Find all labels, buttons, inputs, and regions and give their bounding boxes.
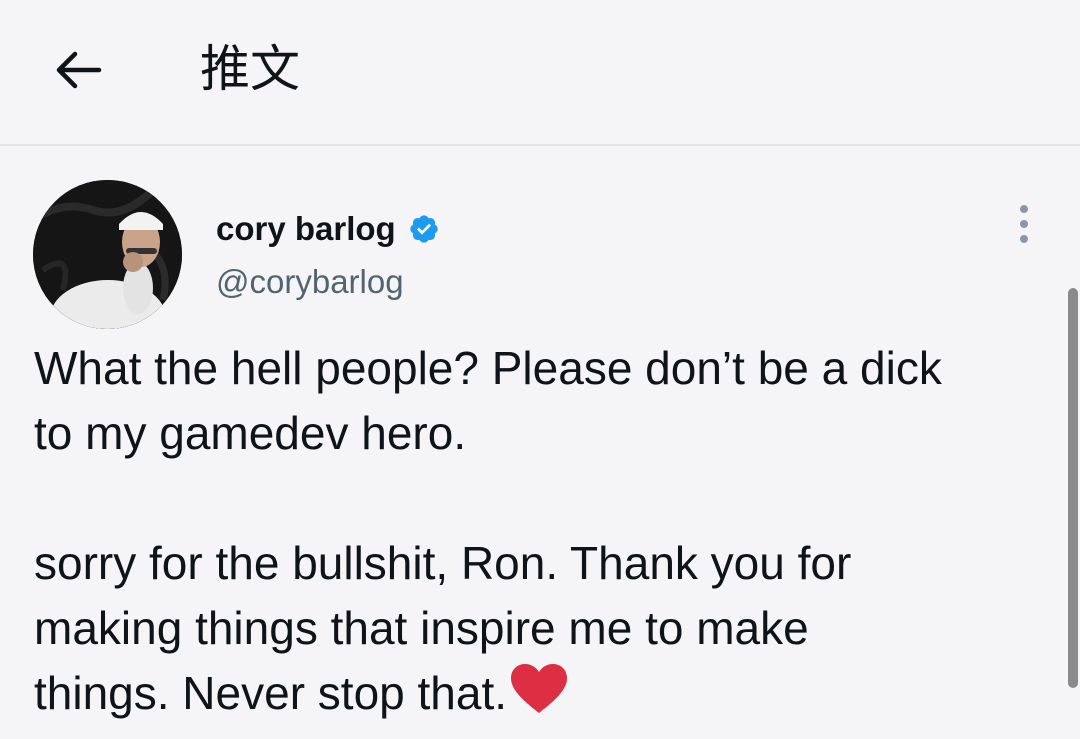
avatar[interactable]	[33, 180, 182, 329]
avatar-photo	[33, 180, 182, 329]
more-vertical-icon-dot	[1020, 235, 1028, 243]
tweet-text: What the hell people? Please don’t be a …	[34, 336, 1054, 726]
red-heart-icon	[511, 664, 568, 713]
tweet-detail-screen: 推文 cory barlog @corybarlog What the hell…	[0, 0, 1080, 739]
more-vertical-icon-dot	[1020, 220, 1028, 228]
more-options-button[interactable]	[1004, 200, 1044, 248]
tweet-line: to my gamedev hero.	[34, 407, 467, 459]
tweet-line-text: things. Never stop that.	[34, 667, 508, 719]
more-vertical-icon	[1020, 205, 1028, 213]
tweet-line: sorry for the bullshit, Ron. Thank you f…	[34, 537, 852, 589]
tweet-line-last: things. Never stop that.	[34, 661, 1054, 726]
tweet-line: What the hell people? Please don’t be a …	[34, 342, 942, 394]
tweet-line: making things that inspire me to make	[34, 602, 809, 654]
page-title: 推文	[200, 40, 300, 98]
top-app-bar: 推文	[0, 0, 1080, 146]
back-button[interactable]	[48, 44, 108, 96]
arrow-left-icon	[56, 51, 102, 89]
verified-badge-icon	[410, 215, 438, 243]
author-name-row[interactable]: cory barlog	[216, 206, 440, 252]
scrollbar-thumb[interactable]	[1068, 288, 1078, 688]
user-handle[interactable]: @corybarlog	[216, 262, 404, 302]
display-name: cory barlog	[216, 210, 396, 247]
